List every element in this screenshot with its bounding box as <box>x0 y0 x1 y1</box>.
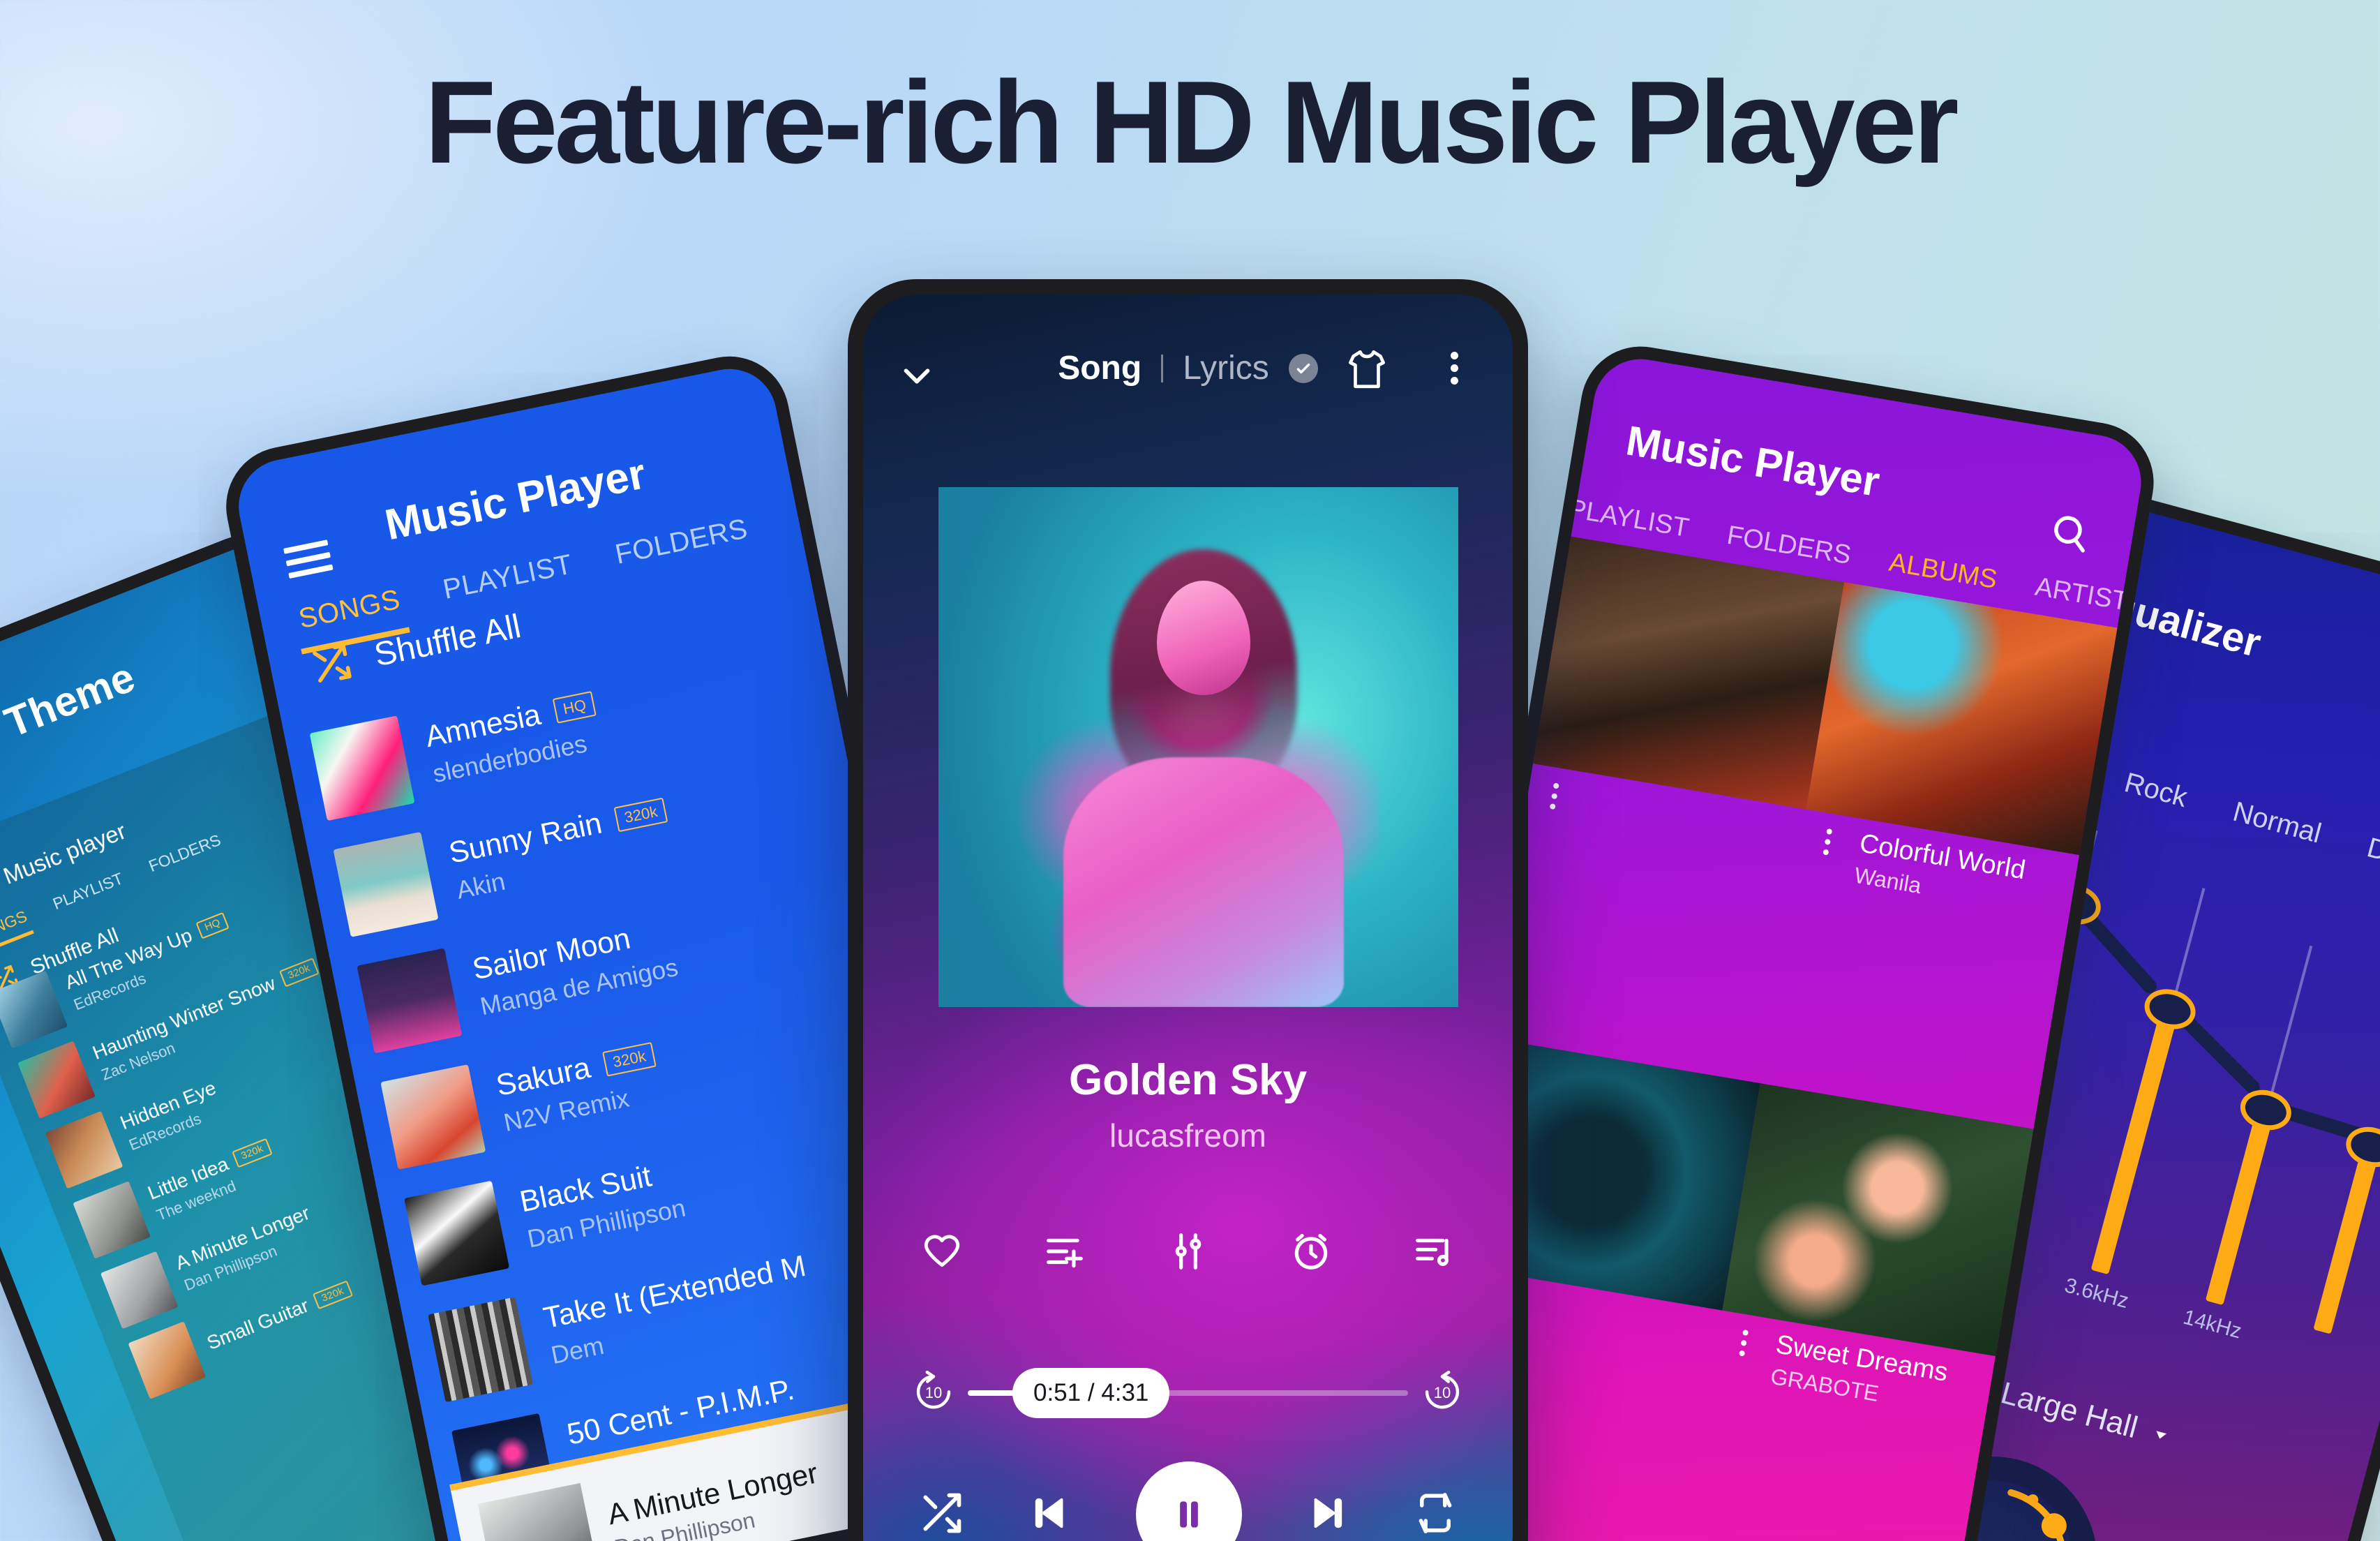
eq-band[interactable]: 3.6kHz <box>2062 983 2201 1313</box>
pause-button[interactable] <box>1135 1461 1242 1541</box>
playlist-icon[interactable] <box>1412 1230 1455 1276</box>
player-action-icons <box>920 1230 1455 1276</box>
check-circle-icon <box>1288 353 1318 383</box>
forward-10-icon[interactable]: 10 <box>1421 1369 1464 1416</box>
player-top-bar: Song Lyrics <box>863 338 1513 422</box>
now-playing-screen: Song Lyrics Golden Sky lucasfreom 10 0:5… <box>863 295 1513 1541</box>
now-playing-thumbnail <box>477 1482 601 1541</box>
eq-slider-thumb[interactable] <box>2236 1084 2296 1136</box>
tab-divider <box>1161 354 1164 382</box>
more-vertical-icon[interactable] <box>1823 828 1833 856</box>
tab-albums[interactable]: ALBUMS <box>1887 548 1999 595</box>
next-icon[interactable] <box>1304 1490 1350 1540</box>
more-vertical-icon[interactable] <box>1739 1329 1749 1357</box>
eq-band[interactable] <box>2313 1121 2380 1334</box>
t-shirt-icon[interactable] <box>1344 346 1390 396</box>
tab-artists[interactable]: ARTISTS <box>2033 572 2148 620</box>
more-vertical-icon[interactable] <box>1549 782 1559 810</box>
player-transport-controls <box>918 1461 1458 1541</box>
album-thumbnail <box>17 1041 96 1119</box>
quality-badge: 320k <box>602 1042 657 1077</box>
now-playing-background: Song Lyrics Golden Sky lucasfreom 10 0:5… <box>863 295 1513 1541</box>
tab-playlist[interactable]: PLAYLIST <box>440 549 575 606</box>
pause-icon <box>1179 1501 1198 1528</box>
previous-icon[interactable] <box>1027 1490 1073 1540</box>
album-cover <box>1533 536 1845 810</box>
caret-down-icon <box>2156 1431 2166 1439</box>
album-cover <box>1722 1083 2034 1357</box>
sleep-timer-icon[interactable] <box>1289 1230 1333 1276</box>
seek-bar-row: 10 0:51 / 4:31 10 <box>912 1367 1464 1418</box>
album-thumbnail <box>100 1251 179 1330</box>
tab-lyrics[interactable]: Lyrics <box>1183 349 1269 387</box>
album-thumbnail <box>333 831 439 937</box>
skin-theme-title: Skin Theme <box>0 653 142 783</box>
quality-badge: 320k <box>613 797 668 832</box>
rewind-10-icon[interactable]: 10 <box>912 1369 955 1416</box>
eq-frequency-label: 3.6kHz <box>2062 1274 2132 1313</box>
album-artwork[interactable] <box>938 487 1458 1007</box>
artwork-shirt <box>1063 757 1345 1007</box>
album-thumbnail <box>404 1180 510 1286</box>
album-thumbnail <box>45 1110 124 1189</box>
shuffle-icon[interactable] <box>918 1489 965 1540</box>
eq-band[interactable]: 14kHz <box>2180 1084 2296 1343</box>
tab-playlist[interactable]: PLAYLIST <box>1566 494 1691 544</box>
phone-now-playing: Song Lyrics Golden Sky lucasfreom 10 0:5… <box>848 279 1528 1541</box>
rewind-10-label: 10 <box>925 1383 943 1401</box>
quality-badge: HQ <box>553 691 597 724</box>
album-thumbnail <box>309 715 415 821</box>
search-icon[interactable] <box>2045 508 2095 561</box>
tab-song[interactable]: Song <box>1058 349 1142 387</box>
page-title: Feature-rich HD Music Player <box>424 57 1959 188</box>
tab-folders[interactable]: FOLDERS <box>613 513 751 570</box>
app-title: Music Player <box>381 449 650 550</box>
heart-icon[interactable] <box>920 1230 964 1276</box>
now-playing-artist: lucasfreom <box>1109 1117 1266 1154</box>
app-title: Music Player <box>1622 417 1883 506</box>
preview-tab-playlist[interactable]: PLAYLIST <box>50 869 126 914</box>
song-title: Small Guitar <box>204 1294 312 1354</box>
album-thumbnail <box>428 1297 534 1403</box>
more-vertical-icon[interactable] <box>1451 352 1458 385</box>
tab-songs[interactable]: SONGS <box>296 584 403 635</box>
album-thumbnail <box>357 948 463 1054</box>
preset-normal[interactable]: Normal <box>2229 796 2325 850</box>
time-display: 0:51 / 4:31 <box>1012 1367 1170 1418</box>
album-thumbnail <box>128 1321 207 1399</box>
reverb-preset-label: Large Hall <box>1997 1376 2141 1445</box>
album-thumbnail <box>0 970 68 1049</box>
album-thumbnail <box>380 1064 486 1170</box>
now-playing-title: Golden Sky <box>1068 1056 1308 1104</box>
preview-tab-folders[interactable]: FOLDERS <box>146 831 223 876</box>
forward-10-label: 10 <box>1433 1383 1451 1401</box>
preset-dance[interactable]: Dance <box>2364 832 2380 883</box>
eq-frequency-label: 14kHz <box>2180 1305 2245 1343</box>
album-cover <box>1806 582 2118 856</box>
tab-folders[interactable]: FOLDERS <box>1725 521 1853 571</box>
player-mode-tabs: Song Lyrics <box>863 349 1513 387</box>
album-thumbnail <box>73 1181 151 1259</box>
reverb-preset-dropdown[interactable]: Large Hall <box>1997 1376 2173 1454</box>
add-to-queue-icon[interactable] <box>1043 1230 1086 1276</box>
preset-rock[interactable]: Rock <box>2121 767 2190 814</box>
repeat-icon[interactable] <box>1412 1490 1458 1540</box>
quality-badge: HQ <box>195 911 230 939</box>
progress-slider[interactable]: 0:51 / 4:31 <box>968 1367 1408 1418</box>
shuffle-icon <box>313 643 352 683</box>
quality-badge: 320k <box>312 1280 353 1310</box>
equalizer-icon[interactable] <box>1167 1230 1210 1276</box>
song-list-header: Music Player SONGS PLAYLIST FOLDERS <box>239 401 804 655</box>
